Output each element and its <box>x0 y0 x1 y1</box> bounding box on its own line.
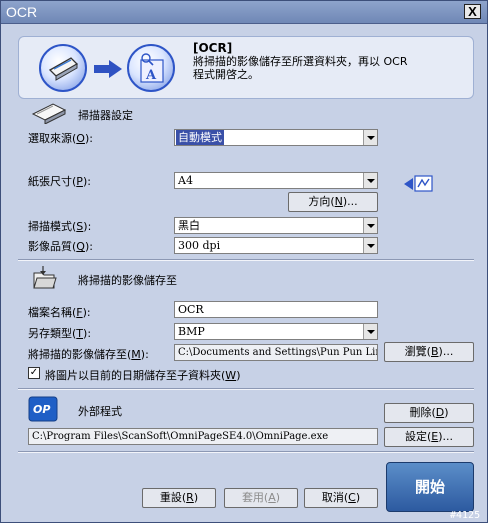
save-section-title: 將掃描的影像儲存至 <box>78 274 177 287</box>
scan-mode-value: 黑白 <box>178 219 200 232</box>
scanner-circle-icon <box>39 44 87 92</box>
image-quality-select[interactable]: 300 dpi <box>174 237 378 254</box>
paper-size-label: 紙張尺寸(P): <box>28 175 91 188</box>
apply-button[interactable]: 套用(A) <box>224 488 298 508</box>
filename-input[interactable]: OCR <box>174 301 378 318</box>
source-select[interactable]: 自動模式 <box>174 129 378 146</box>
file-type-value: BMP <box>178 325 205 338</box>
scanner-section-title: 掃描器設定 <box>78 109 133 122</box>
external-program-path[interactable]: C:\Program Files\ScanSoft\OmniPageSE4.0\… <box>28 428 378 445</box>
paper-size-value: A4 <box>178 174 193 187</box>
external-section-title: 外部程式 <box>78 405 122 418</box>
reset-button[interactable]: 重設(R) <box>142 488 216 508</box>
browse-button[interactable]: 瀏覽(B)... <box>384 342 474 362</box>
window-title: OCR <box>6 4 38 20</box>
folder-save-icon <box>31 265 57 294</box>
separator-2 <box>18 388 474 390</box>
watermark-text: #4125 <box>450 510 481 521</box>
scan-mode-dropdown-arrow-icon[interactable] <box>363 218 377 233</box>
start-button[interactable]: 開始 <box>386 462 474 512</box>
page-orientation-icon <box>403 174 435 197</box>
date-subfolder-label: 將圖片以目前的日期儲存至子資料夾(W) <box>45 369 241 382</box>
settings-button[interactable]: 設定(E)... <box>384 427 474 447</box>
paper-size-dropdown-arrow-icon[interactable] <box>363 173 377 188</box>
svg-text:A: A <box>145 68 157 83</box>
banner-desc-line2: 程式開啓之。 <box>193 68 259 81</box>
source-select-value: 自動模式 <box>176 130 224 145</box>
file-type-select[interactable]: BMP <box>174 323 378 340</box>
image-quality-value: 300 dpi <box>178 239 221 252</box>
source-label: 選取來源(O): <box>28 132 93 145</box>
ocr-app-circle-icon: A <box>127 44 175 92</box>
arrow-right-icon <box>94 60 122 81</box>
banner-title: [OCR] <box>193 41 233 55</box>
separator-1 <box>18 259 474 261</box>
image-quality-dropdown-arrow-icon[interactable] <box>363 238 377 253</box>
scan-mode-select[interactable]: 黑白 <box>174 217 378 234</box>
omnipage-logo-icon: OP <box>28 396 58 425</box>
source-dropdown-arrow-icon[interactable] <box>363 130 377 145</box>
close-button[interactable]: X <box>464 4 481 19</box>
image-quality-label: 影像品質(Q): <box>28 240 93 253</box>
separator-3 <box>18 451 474 453</box>
banner-description: 將掃描的影像儲存至所選資料夾，再以 OCR 程式開啓之。 <box>193 55 443 81</box>
ocr-dialog: OCR X A [OCR] 將掃描的影像儲存至所選資料夾，再以 OCR 程式開啓… <box>0 0 488 523</box>
scan-mode-label: 掃描模式(S): <box>28 220 92 233</box>
cancel-button[interactable]: 取消(C) <box>304 488 378 508</box>
orientation-button[interactable]: 方向(N)... <box>288 192 378 212</box>
save-path-label: 將掃描的影像儲存至(M): <box>28 348 149 361</box>
banner-desc-line1: 將掃描的影像儲存至所選資料夾，再以 OCR <box>193 55 408 68</box>
profile-banner: A [OCR] 將掃描的影像儲存至所選資料夾，再以 OCR 程式開啓之。 <box>18 36 474 99</box>
filename-label: 檔案名稱(F): <box>28 306 91 319</box>
save-path-field[interactable]: C:\Documents and Settings\Pun Pun Lin\M <box>174 344 378 361</box>
file-type-dropdown-arrow-icon[interactable] <box>363 324 377 339</box>
date-subfolder-checkbox[interactable]: ✓ <box>28 367 40 379</box>
paper-size-select[interactable]: A4 <box>174 172 378 189</box>
title-bar: OCR X <box>1 1 487 24</box>
scanner-icon <box>31 102 67 127</box>
file-type-label: 另存類型(T): <box>28 327 92 340</box>
delete-button[interactable]: 刪除(D) <box>384 403 474 423</box>
svg-text:OP: OP <box>33 403 50 416</box>
